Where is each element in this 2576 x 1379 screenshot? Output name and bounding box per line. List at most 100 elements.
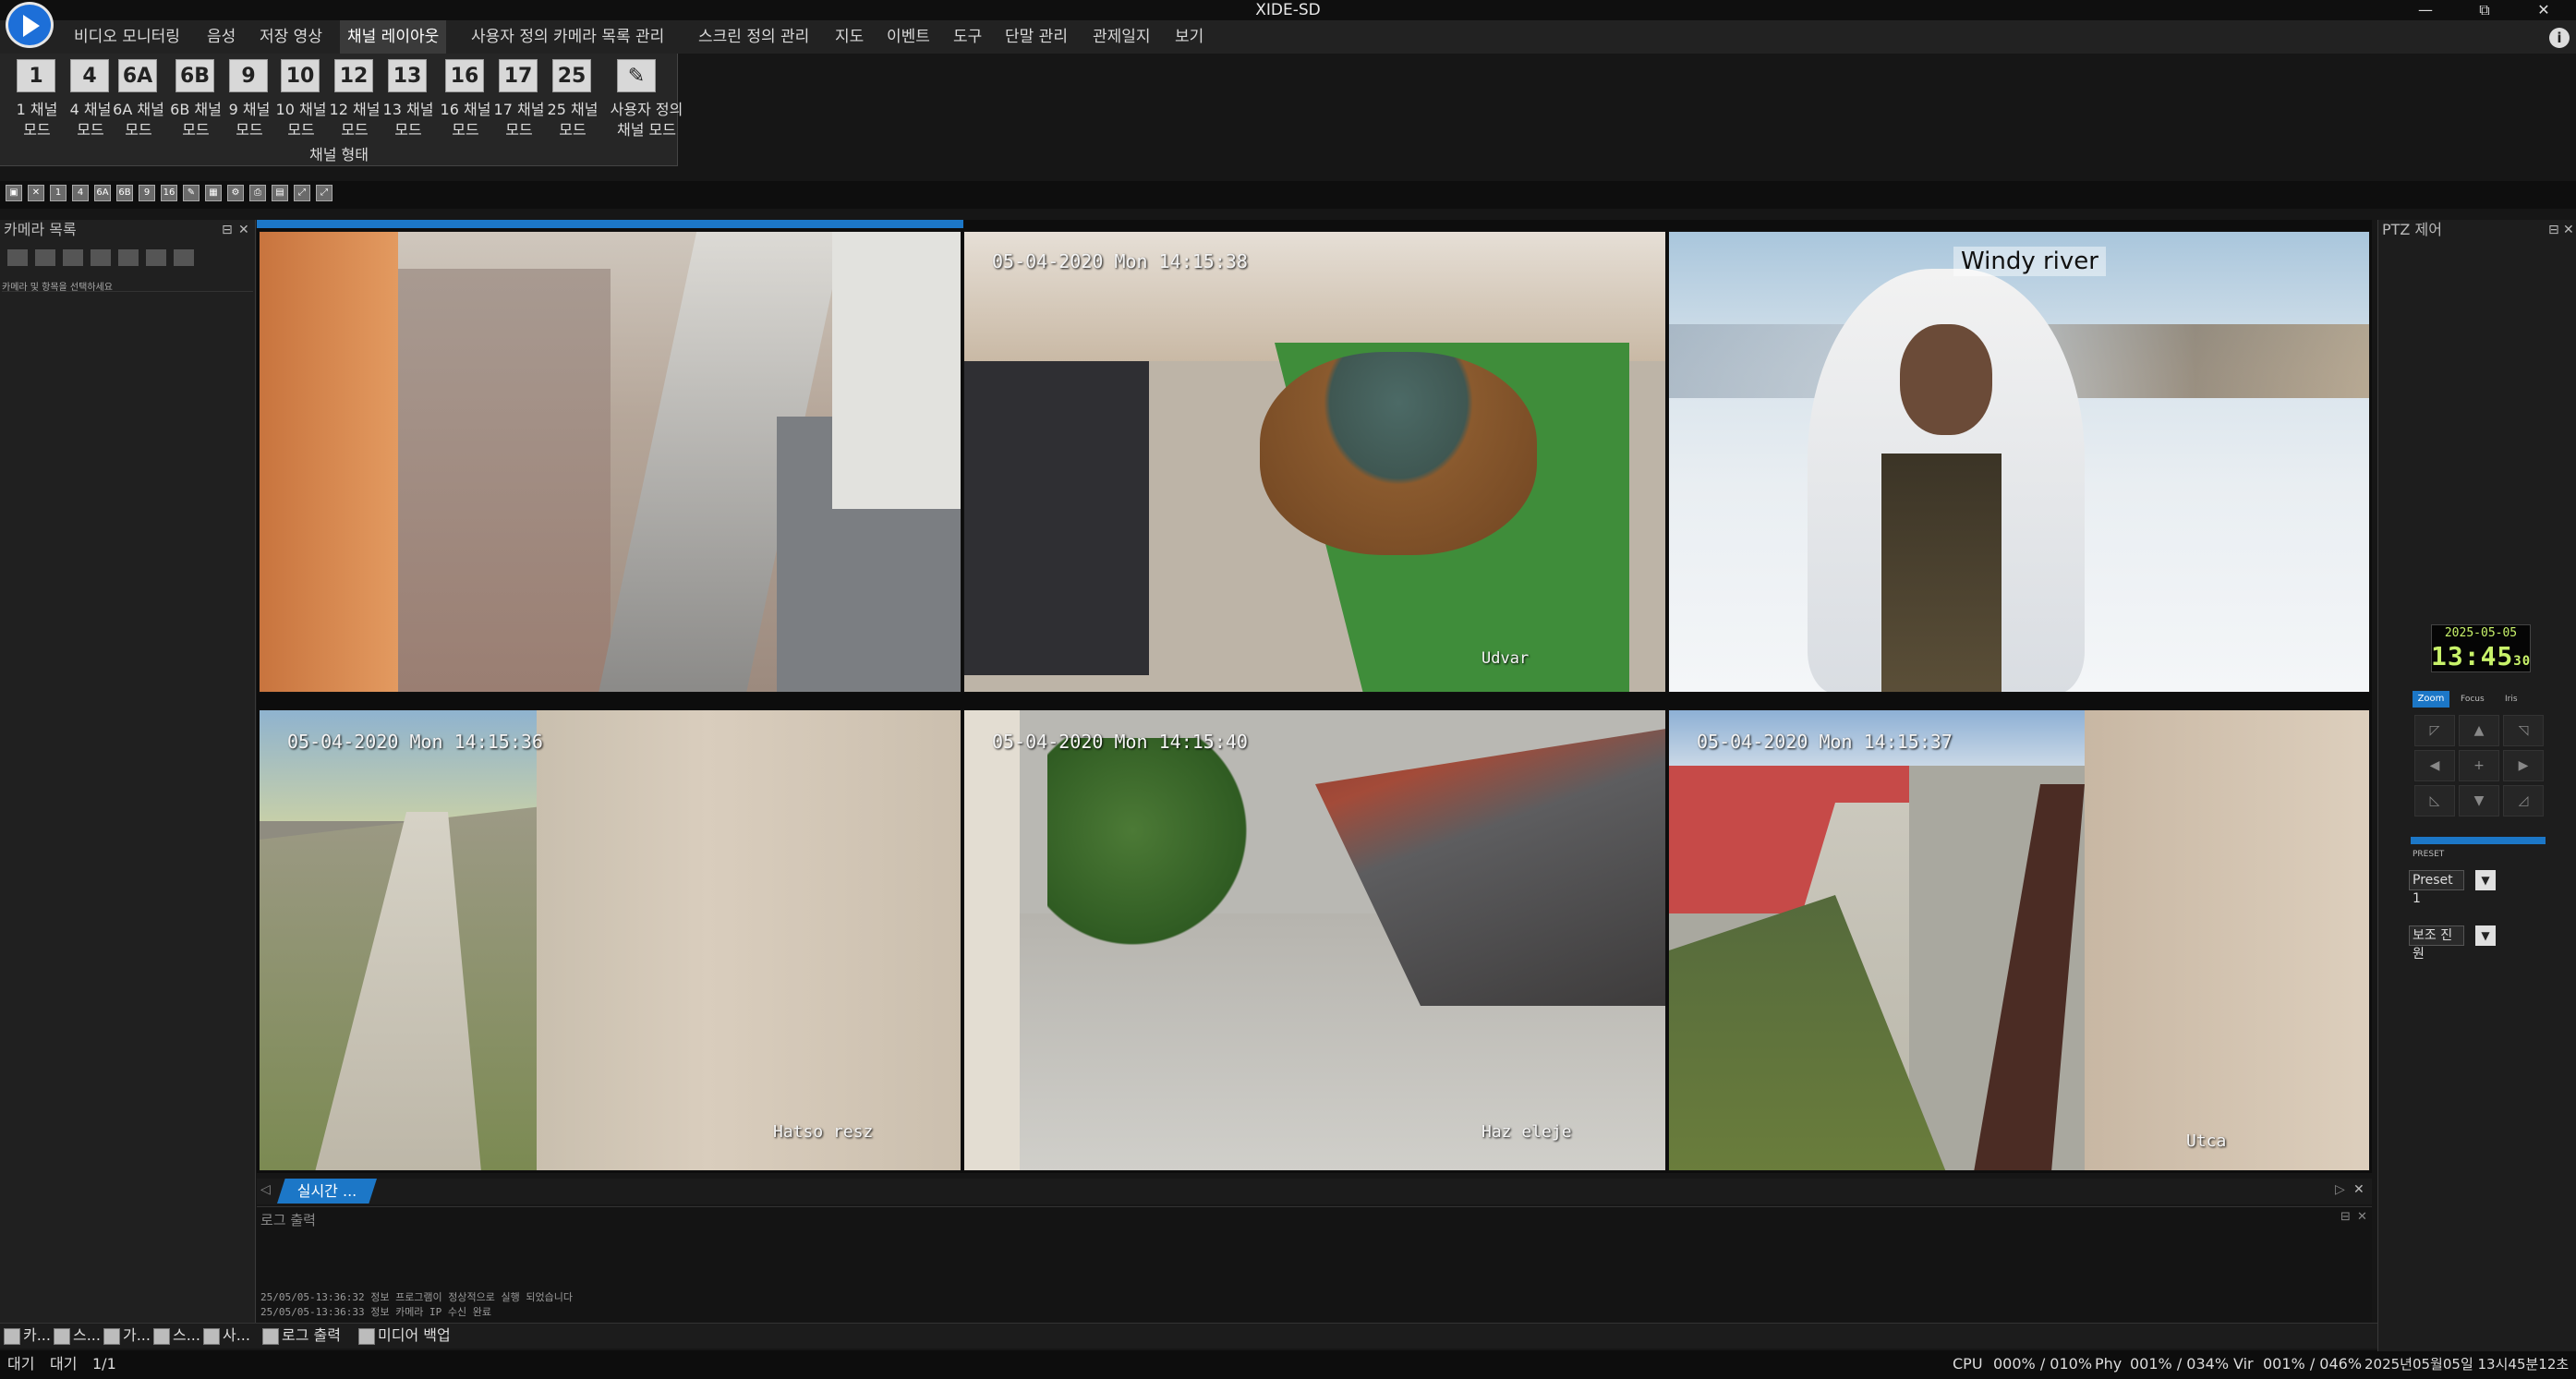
tab-screen[interactable]: 스... (54, 1325, 101, 1347)
layout-toolbar-button[interactable]: ▤ (272, 185, 288, 201)
close-tab-icon[interactable]: ✕ (2353, 1182, 2364, 1197)
close-button[interactable]: ✕ (2525, 0, 2562, 20)
camera-cell-1[interactable] (259, 231, 961, 693)
maximize-button[interactable]: ⧉ (2466, 0, 2503, 20)
channel-mode-button[interactable]: 12 (334, 59, 373, 92)
menu-screen-definition[interactable]: 스크린 정의 관리 (696, 20, 811, 54)
ptz-center-button[interactable]: + (2459, 750, 2499, 781)
ptz-speed-slider[interactable] (2411, 837, 2546, 844)
vir-value: 001% / 046% (2263, 1355, 2363, 1373)
layout-toolbar-button[interactable]: 4 (72, 185, 89, 201)
close-icon[interactable]: ✕ (2563, 220, 2574, 240)
layout-toolbar-button[interactable]: ⚙ (227, 185, 244, 201)
close-icon[interactable]: ✕ (238, 220, 249, 240)
channel-mode-button[interactable]: 9 (229, 59, 268, 92)
camera-cell-5[interactable]: 05-04-2020 Mon 14:15:40 Haz eleje (963, 709, 1666, 1171)
camera-tool-icon[interactable] (146, 249, 166, 266)
channel-mode-button[interactable]: 13 (388, 59, 427, 92)
ptz-down-right-button[interactable]: ◿ (2503, 785, 2544, 817)
channel-mode-button[interactable]: 25 (552, 59, 591, 92)
ptz-right-button[interactable]: ▶ (2503, 750, 2544, 781)
ptz-tab-iris[interactable]: Iris (2505, 695, 2518, 704)
layout-toolbar-button[interactable]: 1 (50, 185, 67, 201)
minimize-button[interactable]: — (2407, 0, 2444, 20)
layout-toolbar-button[interactable]: 16 (161, 185, 177, 201)
pin-icon[interactable]: ⊟ (222, 220, 233, 240)
tab-screen-2[interactable]: 스... (153, 1325, 200, 1347)
camera-tool-icon[interactable] (118, 249, 139, 266)
camera-tool-icon[interactable] (91, 249, 111, 266)
layout-toolbar-button[interactable]: 6B (116, 185, 133, 201)
menu-custom-camera-list[interactable]: 사용자 정의 카메라 목록 관리 (469, 20, 666, 54)
layout-toolbar-button[interactable]: ⤢ (316, 185, 333, 201)
tab-media-backup[interactable]: 미디어 백업 (358, 1325, 451, 1347)
ptz-up-button[interactable]: ▲ (2459, 715, 2499, 746)
close-icon[interactable]: ✕ (2357, 1210, 2367, 1224)
chevron-down-icon[interactable]: ▼ (2475, 870, 2496, 890)
channel-mode-button[interactable]: 6B (175, 59, 214, 92)
tab-view[interactable]: 가... (103, 1325, 151, 1347)
camera-cell-6[interactable]: 05-04-2020 Mon 14:15:37 Utca (1668, 709, 2370, 1171)
ptz-tab-focus[interactable]: Focus (2461, 695, 2485, 704)
ptz-up-right-button[interactable]: ◹ (2503, 715, 2544, 746)
channel-mode-button[interactable]: 1 (17, 59, 55, 92)
layout-toolbar-button[interactable]: ✎ (183, 185, 200, 201)
camera-list-header: 카메라 목록 ⊟ ✕ (0, 220, 255, 240)
channel-mode-label: 16 채널 모드 (440, 101, 491, 139)
scroll-right-icon[interactable]: ▷ (2335, 1182, 2345, 1197)
scroll-left-icon[interactable]: ◁ (260, 1182, 271, 1197)
ptz-up-left-button[interactable]: ◸ (2414, 715, 2455, 746)
tab-log-output[interactable]: 로그 출력 (262, 1325, 341, 1347)
layout-toolbar-button[interactable]: 6A (94, 185, 111, 201)
ptz-aux-select[interactable]: 보조 진원 (2409, 925, 2464, 962)
camera-list-panel: 카메라 목록 ⊟ ✕ 카메라 및 항목을 선택하세요 (0, 220, 256, 1323)
layout-toolbar-button[interactable]: ⤢ (294, 185, 310, 201)
menu-audio[interactable]: 음성 (205, 20, 237, 54)
camera-tool-icon[interactable] (7, 249, 28, 266)
channel-mode-button[interactable]: 6A (118, 59, 157, 92)
channel-mode-button[interactable]: 4 (70, 59, 109, 92)
channel-mode-button[interactable]: 17 (499, 59, 538, 92)
menu-video-monitoring[interactable]: 비디오 모니터링 (72, 20, 182, 54)
channel-mode-button[interactable]: 10 (281, 59, 320, 92)
camera-cell-2[interactable]: 05-04-2020 Mon 14:15:38 Udvar (963, 231, 1666, 693)
menu-control-log[interactable]: 관제일지 (1091, 20, 1153, 54)
camera-name-label: Utca (2186, 1131, 2227, 1151)
menu-view[interactable]: 보기 (1173, 20, 1205, 54)
menu-tools[interactable]: 도구 (951, 20, 984, 54)
eye-icon (103, 1327, 120, 1345)
status-state: 대기 (7, 1355, 35, 1373)
tab-live[interactable]: 실시간 ... (277, 1179, 377, 1204)
menu-map[interactable]: 지도 (833, 20, 865, 54)
layout-toolbar-button[interactable]: ▣ (6, 185, 22, 201)
pin-icon[interactable]: ⊟ (2548, 220, 2559, 240)
camera-cell-3[interactable]: Windy river (1668, 231, 2370, 693)
menu-event[interactable]: 이벤트 (885, 20, 932, 54)
layout-toolbar-button[interactable]: ✕ (28, 185, 44, 201)
tab-user[interactable]: 사... (203, 1325, 250, 1347)
ptz-down-left-button[interactable]: ◺ (2414, 785, 2455, 817)
camera-tool-icon[interactable] (174, 249, 194, 266)
channel-mode-button[interactable]: 16 (445, 59, 484, 92)
ptz-preset-select[interactable]: Preset 1 (2409, 870, 2464, 906)
app-logo[interactable] (6, 2, 54, 48)
channel-mode-button[interactable]: ✎ (617, 59, 656, 92)
channel-mode-label: 4 채널 모드 (69, 101, 112, 139)
channel-mode-label: 17 채널 모드 (493, 101, 545, 139)
menu-recordings[interactable]: 저장 영상 (258, 20, 324, 54)
camera-cell-4[interactable]: 05-04-2020 Mon 14:15:36 Hatso resz (259, 709, 961, 1171)
camera-tool-icon[interactable] (63, 249, 83, 266)
ptz-left-button[interactable]: ◀ (2414, 750, 2455, 781)
layout-toolbar-button[interactable]: ⎙ (249, 185, 266, 201)
info-icon[interactable]: i (2549, 28, 2570, 48)
layout-toolbar-button[interactable]: ▦ (205, 185, 222, 201)
pin-icon[interactable]: ⊟ (2340, 1210, 2351, 1224)
ptz-down-button[interactable]: ▼ (2459, 785, 2499, 817)
menu-channel-layout[interactable]: 채널 레이아웃 (340, 20, 447, 54)
tab-camera-list[interactable]: 카... (4, 1325, 51, 1347)
layout-toolbar-button[interactable]: 9 (139, 185, 155, 201)
menu-device-management[interactable]: 단말 관리 (1003, 20, 1070, 54)
chevron-down-icon[interactable]: ▼ (2475, 925, 2496, 946)
camera-tool-icon[interactable] (35, 249, 55, 266)
ptz-tab-zoom[interactable]: Zoom (2413, 691, 2449, 708)
